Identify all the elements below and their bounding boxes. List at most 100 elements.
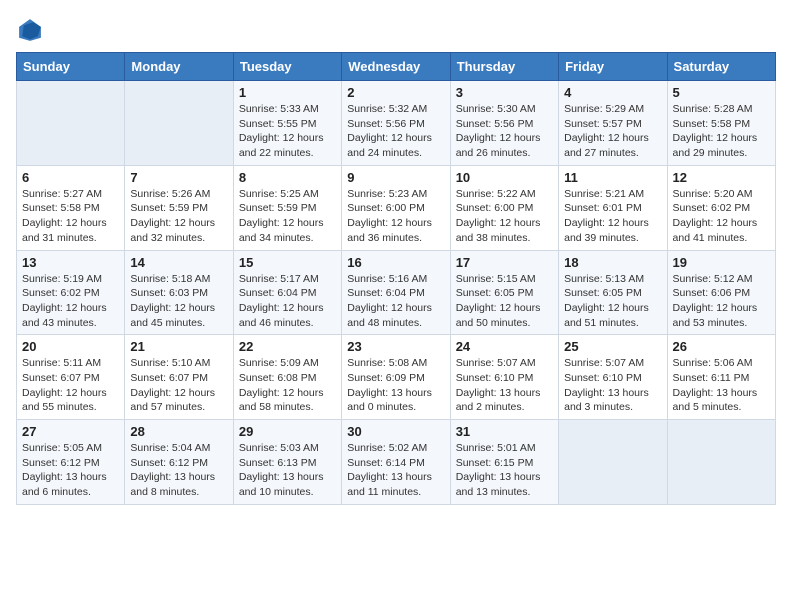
day-info: Sunrise: 5:07 AM Sunset: 6:10 PM Dayligh… xyxy=(456,356,553,415)
day-number: 13 xyxy=(22,255,119,270)
day-number: 8 xyxy=(239,170,336,185)
logo-icon xyxy=(16,16,44,44)
calendar-cell: 16 Sunrise: 5:16 AM Sunset: 6:04 PM Dayli… xyxy=(342,250,450,335)
calendar-cell: 5 Sunrise: 5:28 AM Sunset: 5:58 PM Daylig… xyxy=(667,81,775,166)
day-number: 6 xyxy=(22,170,119,185)
day-number: 5 xyxy=(673,85,770,100)
day-number: 9 xyxy=(347,170,444,185)
calendar-cell: 24Sunrise: 5:07 AM Sunset: 6:10 PM Dayli… xyxy=(450,335,558,420)
day-info: Sunrise: 5:18 AM Sunset: 6:03 PM Dayligh… xyxy=(130,272,227,331)
day-info: Sunrise: 5:27 AM Sunset: 5:58 PM Dayligh… xyxy=(22,187,119,246)
day-number: 17 xyxy=(456,255,553,270)
day-number: 2 xyxy=(347,85,444,100)
day-info: Sunrise: 5:01 AM Sunset: 6:15 PM Dayligh… xyxy=(456,441,553,500)
calendar-cell xyxy=(559,420,667,505)
calendar-cell: 23 Sunrise: 5:08 AM Sunset: 6:09 PM Dayli… xyxy=(342,335,450,420)
weekday-header-sunday: Sunday xyxy=(17,53,125,81)
calendar-cell: 28 Sunrise: 5:04 AM Sunset: 6:12 PM Dayli… xyxy=(125,420,233,505)
calendar-cell: 3 Sunrise: 5:30 AM Sunset: 5:56 PM Daylig… xyxy=(450,81,558,166)
calendar-cell xyxy=(17,81,125,166)
weekday-header-thursday: Thursday xyxy=(450,53,558,81)
day-info: Sunrise: 5:21 AM Sunset: 6:01 PM Dayligh… xyxy=(564,187,661,246)
day-number: 28 xyxy=(130,424,227,439)
day-number: 10 xyxy=(456,170,553,185)
calendar-cell: 8 Sunrise: 5:25 AM Sunset: 5:59 PM Daylig… xyxy=(233,165,341,250)
day-info: Sunrise: 5:29 AM Sunset: 5:57 PM Dayligh… xyxy=(564,102,661,161)
calendar-table: SundayMondayTuesdayWednesdayThursdayFrid… xyxy=(16,52,776,505)
day-info: Sunrise: 5:10 AM Sunset: 6:07 PM Dayligh… xyxy=(130,356,227,415)
day-info: Sunrise: 5:20 AM Sunset: 6:02 PM Dayligh… xyxy=(673,187,770,246)
day-number: 20 xyxy=(22,339,119,354)
day-info: Sunrise: 5:15 AM Sunset: 6:05 PM Dayligh… xyxy=(456,272,553,331)
day-info: Sunrise: 5:26 AM Sunset: 5:59 PM Dayligh… xyxy=(130,187,227,246)
calendar-cell: 21 Sunrise: 5:10 AM Sunset: 6:07 PM Dayli… xyxy=(125,335,233,420)
day-number: 12 xyxy=(673,170,770,185)
day-info: Sunrise: 5:07 AM Sunset: 6:10 PM Dayligh… xyxy=(564,356,661,415)
day-info: Sunrise: 5:11 AM Sunset: 6:07 PM Dayligh… xyxy=(22,356,119,415)
calendar-cell: 9Sunrise: 5:23 AM Sunset: 6:00 PM Daylig… xyxy=(342,165,450,250)
day-number: 30 xyxy=(347,424,444,439)
calendar-cell: 20 Sunrise: 5:11 AM Sunset: 6:07 PM Dayli… xyxy=(17,335,125,420)
calendar-cell: 18 Sunrise: 5:13 AM Sunset: 6:05 PM Dayli… xyxy=(559,250,667,335)
day-number: 18 xyxy=(564,255,661,270)
calendar-cell: 30 Sunrise: 5:02 AM Sunset: 6:14 PM Dayli… xyxy=(342,420,450,505)
day-number: 23 xyxy=(347,339,444,354)
day-number: 1 xyxy=(239,85,336,100)
weekday-header-friday: Friday xyxy=(559,53,667,81)
calendar-cell: 7 Sunrise: 5:26 AM Sunset: 5:59 PM Daylig… xyxy=(125,165,233,250)
day-info: Sunrise: 5:02 AM Sunset: 6:14 PM Dayligh… xyxy=(347,441,444,500)
weekday-header-wednesday: Wednesday xyxy=(342,53,450,81)
day-info: Sunrise: 5:04 AM Sunset: 6:12 PM Dayligh… xyxy=(130,441,227,500)
day-info: Sunrise: 5:09 AM Sunset: 6:08 PM Dayligh… xyxy=(239,356,336,415)
day-info: Sunrise: 5:30 AM Sunset: 5:56 PM Dayligh… xyxy=(456,102,553,161)
calendar-cell: 17 Sunrise: 5:15 AM Sunset: 6:05 PM Dayli… xyxy=(450,250,558,335)
day-number: 26 xyxy=(673,339,770,354)
calendar-cell: 1 Sunrise: 5:33 AM Sunset: 5:55 PM Daylig… xyxy=(233,81,341,166)
day-number: 27 xyxy=(22,424,119,439)
day-number: 11 xyxy=(564,170,661,185)
day-number: 7 xyxy=(130,170,227,185)
page-header xyxy=(16,16,776,44)
day-info: Sunrise: 5:19 AM Sunset: 6:02 PM Dayligh… xyxy=(22,272,119,331)
calendar-cell: 11 Sunrise: 5:21 AM Sunset: 6:01 PM Dayli… xyxy=(559,165,667,250)
calendar-cell: 6 Sunrise: 5:27 AM Sunset: 5:58 PM Daylig… xyxy=(17,165,125,250)
calendar-cell: 27 Sunrise: 5:05 AM Sunset: 6:12 PM Dayli… xyxy=(17,420,125,505)
day-number: 22 xyxy=(239,339,336,354)
calendar-cell: 15 Sunrise: 5:17 AM Sunset: 6:04 PM Dayli… xyxy=(233,250,341,335)
day-info: Sunrise: 5:05 AM Sunset: 6:12 PM Dayligh… xyxy=(22,441,119,500)
day-number: 3 xyxy=(456,85,553,100)
calendar-cell xyxy=(667,420,775,505)
day-info: Sunrise: 5:08 AM Sunset: 6:09 PM Dayligh… xyxy=(347,356,444,415)
day-info: Sunrise: 5:16 AM Sunset: 6:04 PM Dayligh… xyxy=(347,272,444,331)
day-info: Sunrise: 5:12 AM Sunset: 6:06 PM Dayligh… xyxy=(673,272,770,331)
day-number: 15 xyxy=(239,255,336,270)
day-number: 19 xyxy=(673,255,770,270)
day-info: Sunrise: 5:06 AM Sunset: 6:11 PM Dayligh… xyxy=(673,356,770,415)
day-info: Sunrise: 5:17 AM Sunset: 6:04 PM Dayligh… xyxy=(239,272,336,331)
day-number: 31 xyxy=(456,424,553,439)
day-number: 21 xyxy=(130,339,227,354)
calendar-cell: 26 Sunrise: 5:06 AM Sunset: 6:11 PM Dayli… xyxy=(667,335,775,420)
day-info: Sunrise: 5:22 AM Sunset: 6:00 PM Dayligh… xyxy=(456,187,553,246)
day-info: Sunrise: 5:13 AM Sunset: 6:05 PM Dayligh… xyxy=(564,272,661,331)
calendar-cell xyxy=(125,81,233,166)
calendar-cell: 13 Sunrise: 5:19 AM Sunset: 6:02 PM Dayli… xyxy=(17,250,125,335)
day-info: Sunrise: 5:28 AM Sunset: 5:58 PM Dayligh… xyxy=(673,102,770,161)
calendar-cell: 2 Sunrise: 5:32 AM Sunset: 5:56 PM Daylig… xyxy=(342,81,450,166)
day-info: Sunrise: 5:03 AM Sunset: 6:13 PM Dayligh… xyxy=(239,441,336,500)
weekday-header-tuesday: Tuesday xyxy=(233,53,341,81)
calendar-cell: 10 Sunrise: 5:22 AM Sunset: 6:00 PM Dayli… xyxy=(450,165,558,250)
day-info: Sunrise: 5:32 AM Sunset: 5:56 PM Dayligh… xyxy=(347,102,444,161)
calendar-cell: 22 Sunrise: 5:09 AM Sunset: 6:08 PM Dayli… xyxy=(233,335,341,420)
day-info: Sunrise: 5:33 AM Sunset: 5:55 PM Dayligh… xyxy=(239,102,336,161)
weekday-header-monday: Monday xyxy=(125,53,233,81)
calendar-cell: 14 Sunrise: 5:18 AM Sunset: 6:03 PM Dayli… xyxy=(125,250,233,335)
weekday-header-saturday: Saturday xyxy=(667,53,775,81)
calendar-cell: 25Sunrise: 5:07 AM Sunset: 6:10 PM Dayli… xyxy=(559,335,667,420)
logo xyxy=(16,16,48,44)
day-info: Sunrise: 5:25 AM Sunset: 5:59 PM Dayligh… xyxy=(239,187,336,246)
day-number: 29 xyxy=(239,424,336,439)
day-number: 16 xyxy=(347,255,444,270)
day-number: 14 xyxy=(130,255,227,270)
calendar-cell: 12 Sunrise: 5:20 AM Sunset: 6:02 PM Dayli… xyxy=(667,165,775,250)
